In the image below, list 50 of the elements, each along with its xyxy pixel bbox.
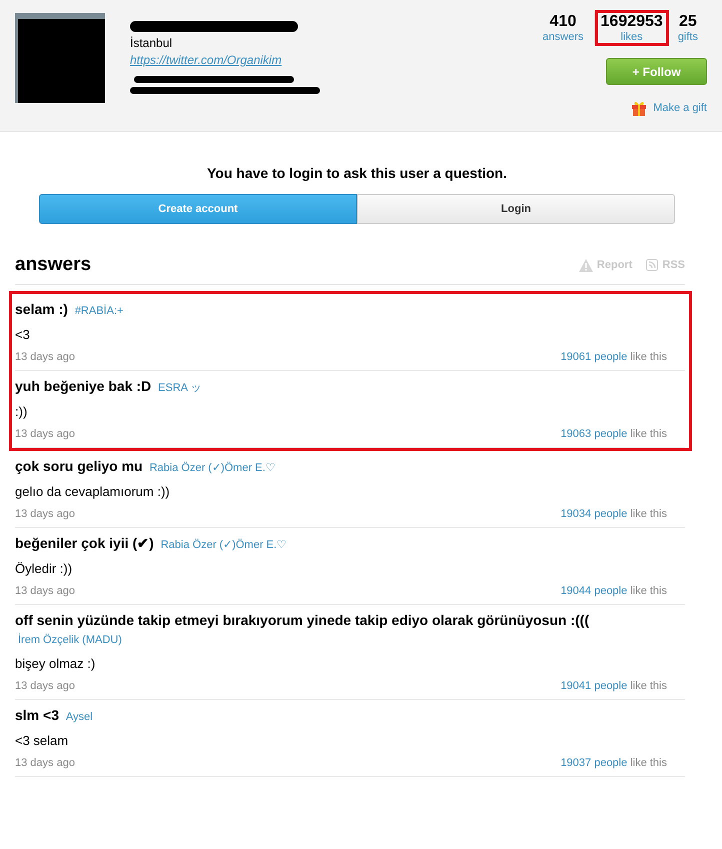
city-text: İstanbul [130, 36, 174, 50]
question-text: slm <3 [15, 707, 59, 723]
asker-link[interactable]: Rabia Özer (✓)Ömer E.♡ [160, 539, 287, 551]
stat-counter[interactable]: 1692953 likes [594, 10, 669, 46]
profile-link[interactable]: https://twitter.com/Organikim [130, 53, 282, 67]
answer-text: Öyledir :)) [15, 561, 74, 576]
likes-suffix: like this [630, 680, 667, 692]
likes-suffix: like this [630, 428, 667, 440]
time-text: 13 days ago [15, 680, 75, 692]
make-gift-link[interactable]: Make a gift [653, 102, 707, 114]
likes-link[interactable]: 19037 people [560, 757, 628, 769]
likes-link[interactable]: 19034 people [560, 508, 628, 520]
time-text: 13 days ago [15, 585, 75, 597]
time-text: 13 days ago [15, 757, 75, 769]
stat-counter[interactable]: 410 answers [534, 10, 595, 46]
question-text: off senin yüzünde takip etmeyi bırakıyorum yinede takip ediyo olarak görünüyosun :((( [15, 612, 590, 628]
likes-link[interactable]: 19041 people [560, 680, 628, 692]
section-title: answers [15, 254, 92, 276]
stat-counter[interactable]: 25 gifts [668, 10, 707, 46]
likes-link[interactable]: 19061 people [560, 351, 628, 363]
time-text: 13 days ago [15, 508, 75, 520]
asker-link[interactable]: #RABİA:+ [74, 305, 124, 317]
create-account-button[interactable]: Create account [39, 194, 357, 224]
likes-suffix: like this [630, 351, 667, 363]
asker-link[interactable]: Aysel [66, 711, 93, 723]
time-text: 13 days ago [15, 351, 75, 363]
rss-icon [646, 259, 658, 271]
answer-text: <3 selam [15, 733, 70, 748]
likes-suffix: like this [630, 585, 667, 597]
question-text: beğeniler çok iyii (✔) [15, 535, 154, 551]
likes-link[interactable]: 19063 people [560, 428, 628, 440]
asker-link[interactable]: Rabia Özer (✓)Ömer E.♡ [149, 462, 276, 474]
question-text: yuh beğeniye bak :D [15, 378, 152, 394]
question-text: selam :) [15, 301, 68, 317]
follow-button[interactable]: + Follow [606, 58, 707, 85]
question-text: çok soru geliyo mu [15, 458, 143, 474]
likes-suffix: like this [630, 757, 667, 769]
answer-text: gelıo da cevaplamıorum :)) [15, 484, 171, 499]
login-message: You have to login to ask this user a question. [206, 165, 508, 181]
warning-icon [578, 258, 593, 272]
gift-icon [631, 100, 648, 116]
answer-text: bişey olmaz :) [15, 656, 96, 671]
time-text: 13 days ago [15, 428, 75, 440]
asker-link[interactable]: İrem Özçelik (MADU) [18, 634, 122, 646]
likes-link[interactable]: 19044 people [560, 585, 628, 597]
answer-text: <3 [15, 327, 31, 342]
login-button[interactable]: Login [357, 194, 675, 224]
answer-text: :)) [15, 404, 28, 419]
asker-link[interactable]: ESRA ッ [158, 382, 202, 394]
likes-suffix: like this [630, 508, 667, 520]
